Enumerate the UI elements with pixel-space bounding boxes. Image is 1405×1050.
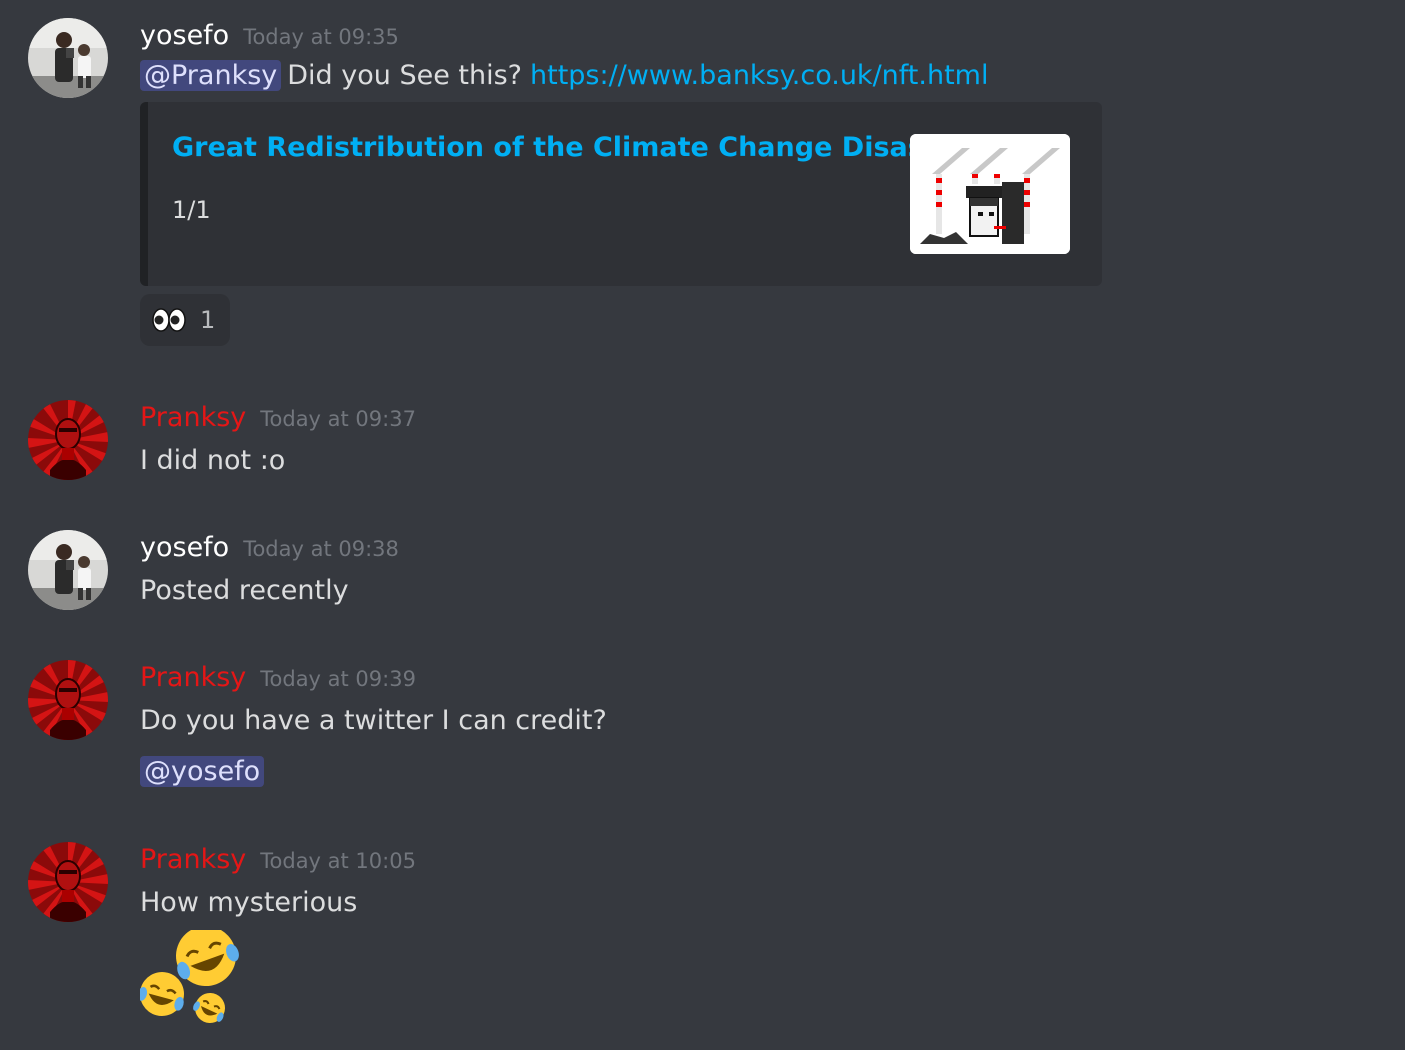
message-body: Did you See this? [287,60,522,91]
avatar-pranksy[interactable] [28,400,108,480]
embed-thumbnail[interactable] [910,134,1070,254]
avatar-pranksy[interactable] [28,842,108,922]
user-mention[interactable]: @yosefo [140,756,265,787]
avatar-yosefo[interactable] [28,18,108,98]
message-text: How mysterious [140,887,358,918]
username[interactable]: yosefo [140,20,229,51]
reaction-eyes[interactable]: 1 [140,294,230,346]
message-header: yosefo Today at 09:38 [140,528,1385,568]
avatar-yosefo[interactable] [28,530,108,610]
message-header: Pranksy Today at 10:05 [140,840,1385,880]
joy-emoji-icon [140,930,239,1023]
timestamp: Today at 09:37 [260,407,416,431]
embed-description: 1/1 [172,196,211,224]
embed-title[interactable]: Great Redistribution of the Climate Chan… [172,132,968,163]
link-embed: Great Redistribution of the Climate Chan… [140,102,1102,286]
message-header: Pranksy Today at 09:39 [140,658,1385,698]
timestamp: Today at 09:35 [243,25,399,49]
username[interactable]: Pranksy [140,844,246,875]
reaction-count: 1 [200,306,216,334]
timestamp: Today at 10:05 [260,849,416,873]
timestamp: Today at 09:39 [260,667,416,691]
user-mention[interactable]: @Pranksy [140,60,282,91]
message-text: Posted recently [140,575,349,606]
username[interactable]: yosefo [140,532,229,563]
message-text: Do you have a twitter I can credit? [140,705,607,736]
message-link[interactable]: https://www.banksy.co.uk/nft.html [530,60,988,91]
timestamp: Today at 09:38 [243,537,399,561]
avatar-pranksy[interactable] [28,660,108,740]
message-header: Pranksy Today at 09:37 [140,398,1385,438]
message-text: @Pranksy Did you See this? https://www.ban… [140,56,1385,96]
username[interactable]: Pranksy [140,402,246,433]
username[interactable]: Pranksy [140,662,246,693]
message-header: yosefo Today at 09:35 [140,16,1385,56]
message-text: I did not :o [140,445,286,476]
eyes-emoji-icon [152,308,186,332]
